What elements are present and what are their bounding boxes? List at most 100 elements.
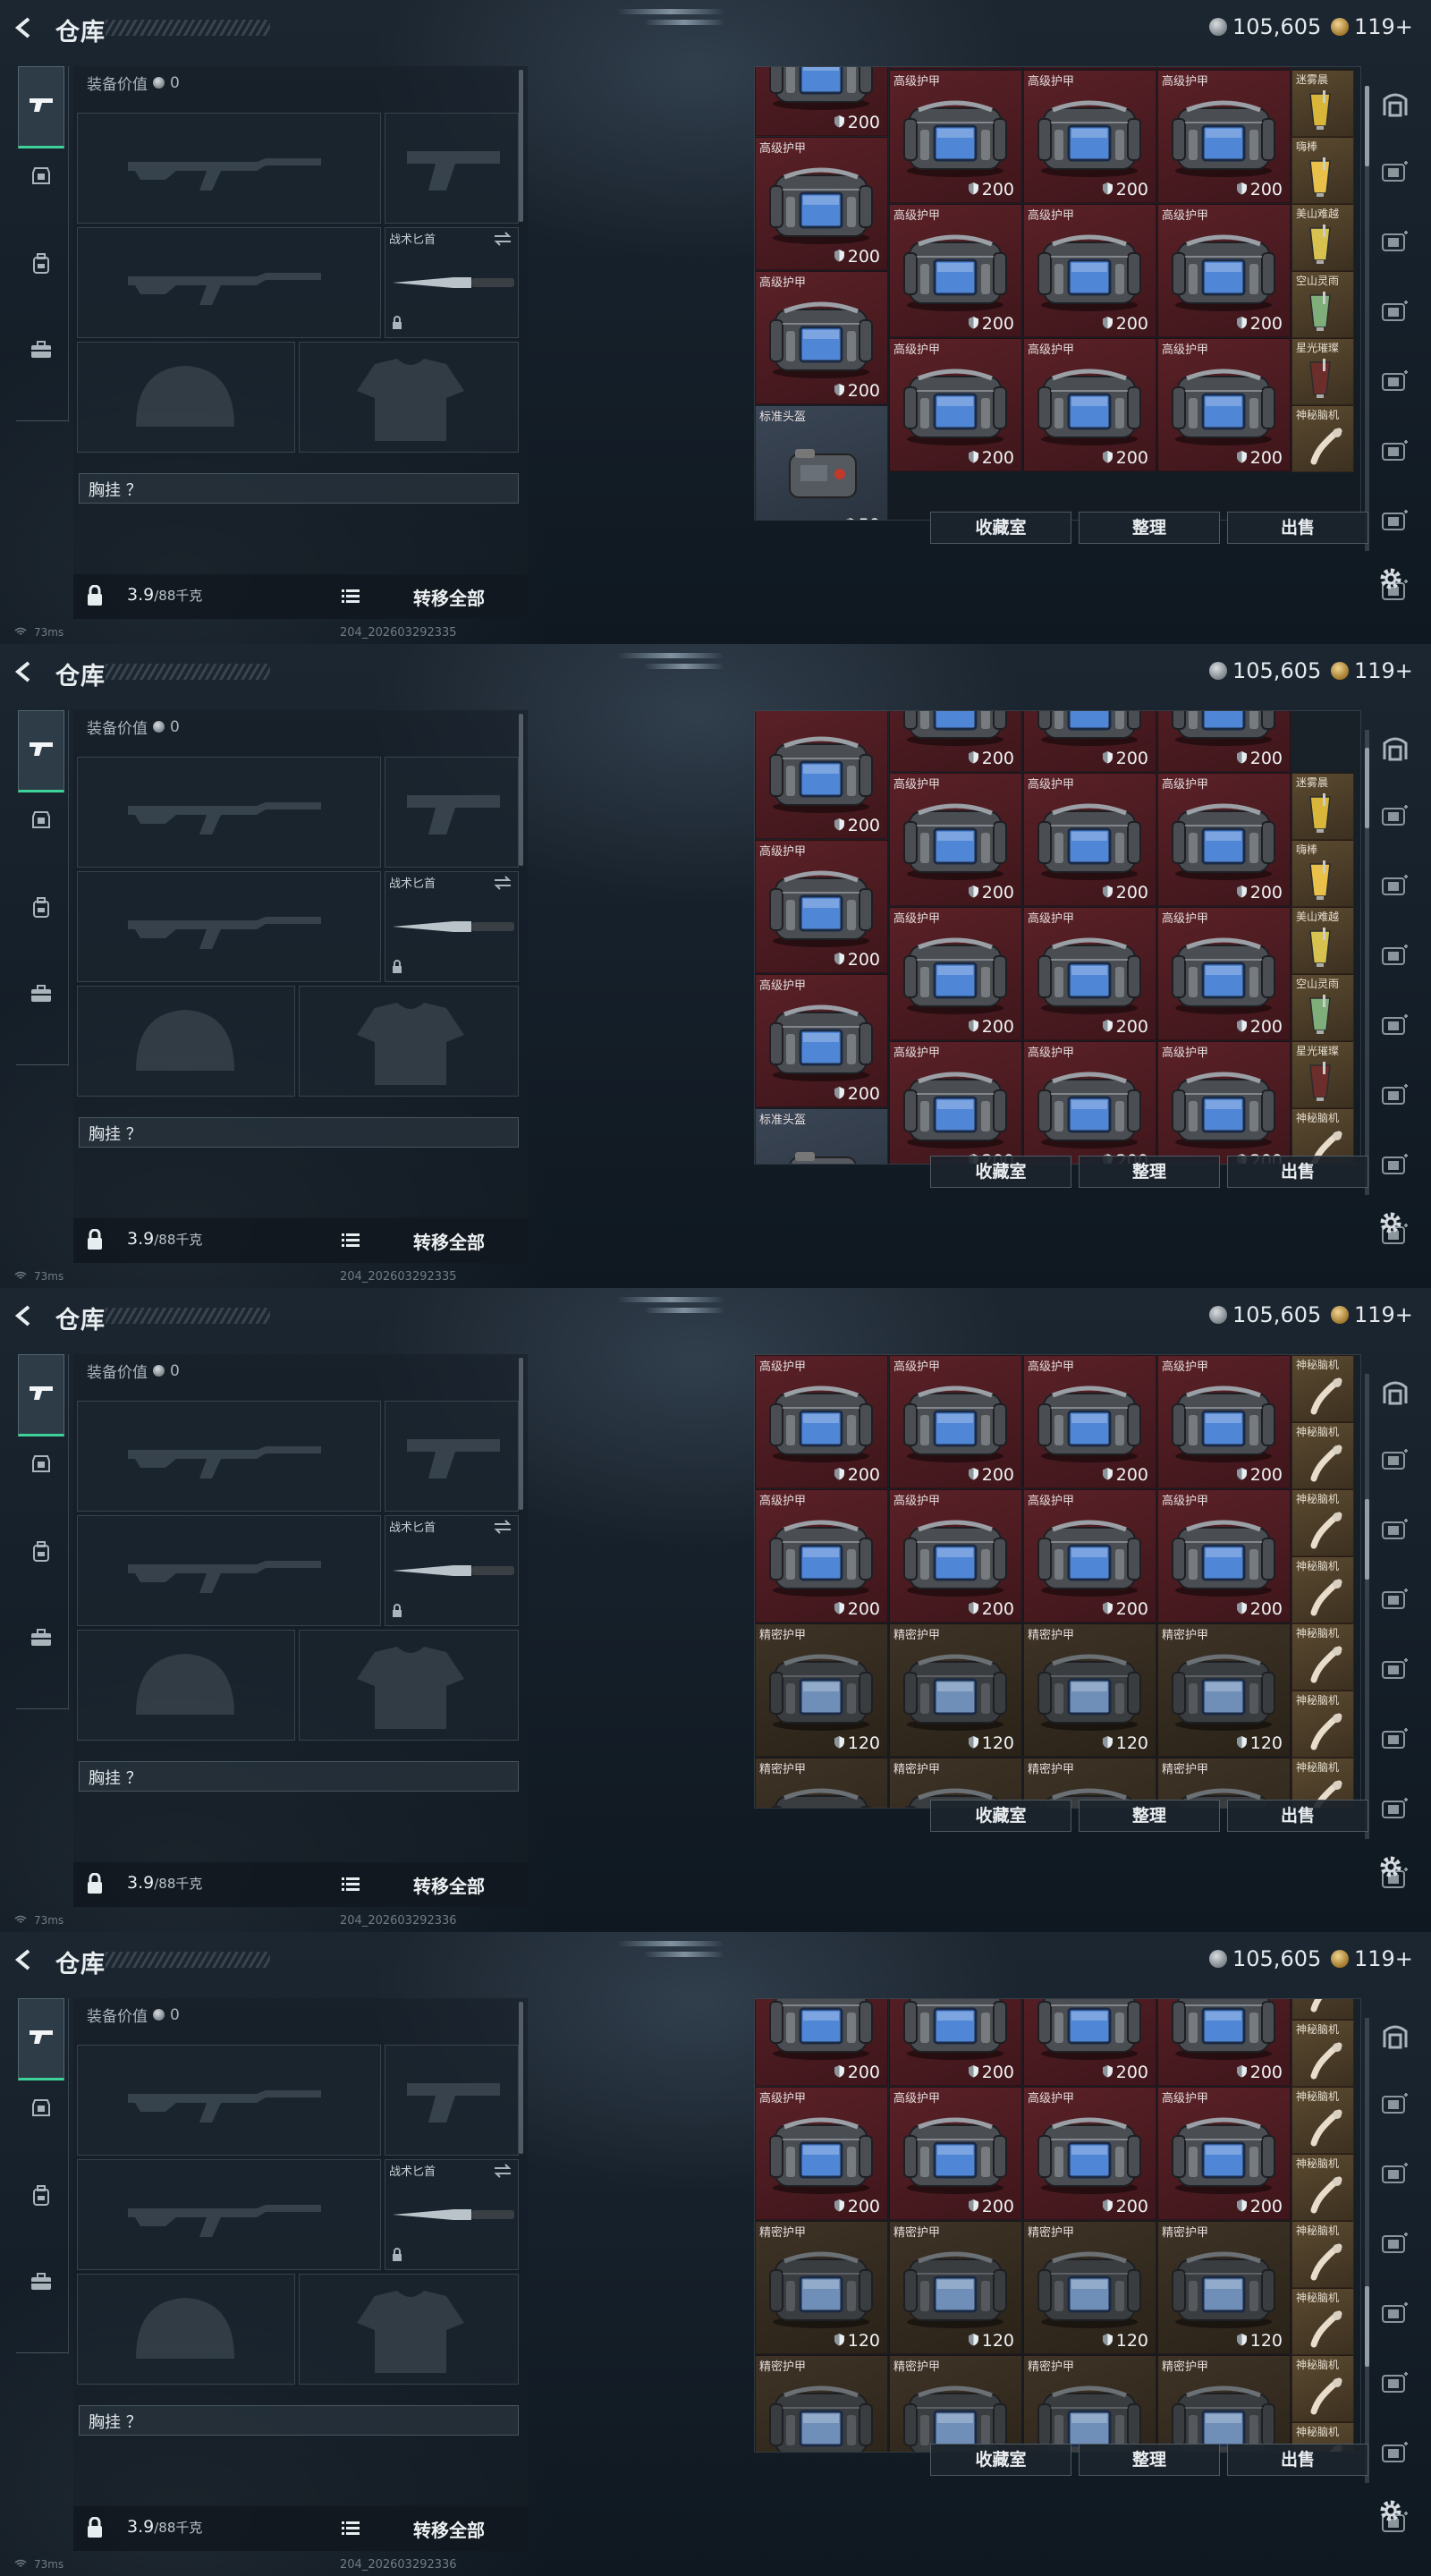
precise-armor-item[interactable]: 精密护甲 120: [889, 2355, 1022, 2452]
advanced-armor-item[interactable]: 高级护甲 200: [1157, 1041, 1291, 1164]
advanced-armor-item[interactable]: 高级护甲 200: [1023, 907, 1156, 1040]
chest-rig-slot[interactable]: 胸挂 ？: [79, 1117, 519, 1148]
stash-scroll-thumb[interactable]: [1365, 748, 1369, 828]
list-icon[interactable]: [342, 1877, 360, 1894]
right-nav-top[interactable]: [1376, 2018, 1415, 2057]
knife-slot[interactable]: 战术匕首: [385, 227, 519, 338]
advanced-armor-item[interactable]: 高级护甲 200: [1023, 773, 1156, 906]
lock-icon[interactable]: [86, 1872, 104, 1898]
consumable-item[interactable]: 美山难越: [1291, 907, 1354, 974]
gold-currency[interactable]: 119+: [1331, 14, 1413, 39]
stash-scroll-thumb[interactable]: [1365, 2286, 1369, 2367]
stash-scrollbar[interactable]: [1365, 2018, 1369, 2483]
advanced-armor-item[interactable]: 200: [889, 67, 1022, 69]
primary-weapon-slot[interactable]: [77, 757, 381, 868]
stash-scrollbar[interactable]: [1365, 86, 1369, 551]
advanced-armor-item[interactable]: 高级护甲 200: [889, 1041, 1022, 1164]
helmet-item[interactable]: 标准头盔 50: [755, 405, 888, 520]
storage-page-3[interactable]: [1376, 939, 1415, 975]
storage-page-6[interactable]: [1376, 504, 1415, 540]
stash-scroll-thumb[interactable]: [1365, 86, 1369, 166]
knife-slot[interactable]: 战术匕首: [385, 1515, 519, 1626]
advanced-armor-item[interactable]: 高级护甲 200: [755, 1355, 888, 1488]
advanced-armor-item[interactable]: 高级护甲 200: [1157, 1355, 1291, 1488]
body-armor-slot[interactable]: [299, 2274, 519, 2385]
gear-icon[interactable]: [1377, 1209, 1404, 1240]
advanced-armor-item[interactable]: 高级护甲 200: [889, 1489, 1022, 1623]
back-arrow-icon[interactable]: [13, 660, 36, 683]
primary-weapon-slot[interactable]: [77, 1401, 381, 1512]
gold-currency[interactable]: 119+: [1331, 1946, 1413, 1971]
precise-armor-item[interactable]: 精密护甲 120: [1023, 2221, 1156, 2354]
advanced-armor-item[interactable]: 200: [1157, 711, 1291, 772]
gold-currency[interactable]: 119+: [1331, 1302, 1413, 1327]
tab-armor[interactable]: [18, 1444, 64, 1488]
advanced-armor-item[interactable]: 高级护甲 200: [755, 1489, 888, 1623]
storage-page-6[interactable]: [1376, 1792, 1415, 1828]
tab-case[interactable]: [18, 329, 64, 374]
tab-armor[interactable]: [18, 2088, 64, 2132]
advanced-armor-item[interactable]: 高级护甲 200: [1157, 338, 1291, 471]
sidearm-slot[interactable]: [385, 1401, 519, 1512]
tab-weapons[interactable]: [18, 1354, 64, 1436]
collection-button[interactable]: 收藏室: [930, 2444, 1071, 2476]
consumable-item[interactable]: 神秘脑机: [1291, 2288, 1354, 2355]
storage-page-2[interactable]: [1376, 869, 1415, 905]
advanced-armor-item[interactable]: 高级护甲 200: [1023, 70, 1156, 203]
collection-button[interactable]: 收藏室: [930, 1156, 1071, 1188]
advanced-armor-item[interactable]: 高级护甲 200: [1023, 1355, 1156, 1488]
storage-page-4[interactable]: [1376, 1653, 1415, 1689]
swap-icon[interactable]: [493, 876, 512, 894]
consumable-item[interactable]: 神秘脑机: [1291, 1999, 1354, 2020]
consumable-item[interactable]: 嗨棒: [1291, 840, 1354, 907]
advanced-armor-item[interactable]: 高级护甲 200: [889, 773, 1022, 906]
secondary-weapon-slot[interactable]: [77, 1515, 381, 1626]
list-icon[interactable]: [342, 2521, 360, 2538]
swap-icon[interactable]: [493, 1520, 512, 1538]
secondary-weapon-slot[interactable]: [77, 871, 381, 982]
precise-armor-item[interactable]: 精密护甲 120: [1157, 2355, 1291, 2452]
tab-backpack[interactable]: [18, 2175, 64, 2220]
tab-weapons[interactable]: [18, 1998, 64, 2080]
consumable-item[interactable]: 神秘脑机: [1291, 2020, 1354, 2087]
secondary-weapon-slot[interactable]: [77, 227, 381, 338]
tab-case[interactable]: [18, 2261, 64, 2306]
advanced-armor-item[interactable]: 高级护甲 200: [1157, 70, 1291, 203]
consumable-item[interactable]: 空山灵雨: [1291, 271, 1354, 338]
back-arrow-icon[interactable]: [13, 16, 36, 39]
helmet-slot[interactable]: [77, 342, 295, 453]
advanced-armor-item[interactable]: 高级护甲 200: [1157, 773, 1291, 906]
swap-icon[interactable]: [493, 232, 512, 250]
tab-case[interactable]: [18, 973, 64, 1018]
lock-icon[interactable]: [86, 2516, 104, 2542]
silver-currency[interactable]: 105,605: [1209, 1946, 1321, 1971]
chest-rig-slot[interactable]: 胸挂 ？: [79, 473, 519, 504]
advanced-armor-item[interactable]: 高级护甲 200: [1023, 1489, 1156, 1623]
helmet-item[interactable]: 标准头盔 50: [755, 1108, 888, 1164]
advanced-armor-item[interactable]: 高级护甲 200: [1023, 338, 1156, 471]
gear-icon[interactable]: [1377, 2497, 1404, 2528]
consumable-item[interactable]: 神秘脑机: [1291, 2154, 1354, 2221]
consumable-item[interactable]: 空山灵雨: [1291, 974, 1354, 1041]
storage-page-2[interactable]: [1376, 1513, 1415, 1549]
primary-weapon-slot[interactable]: [77, 113, 381, 224]
right-nav-top[interactable]: [1376, 1374, 1415, 1413]
advanced-armor-item[interactable]: 200: [889, 711, 1022, 772]
consumable-item[interactable]: 神秘脑机: [1291, 1489, 1354, 1556]
stash-scrollbar[interactable]: [1365, 1374, 1369, 1839]
sell-button[interactable]: 出售: [1227, 1800, 1368, 1832]
advanced-armor-item[interactable]: 高级护甲 200: [755, 271, 888, 404]
consumable-item[interactable]: 神秘脑机: [1291, 1355, 1354, 1422]
list-icon[interactable]: [342, 589, 360, 606]
advanced-armor-item[interactable]: 高级护甲 200: [889, 204, 1022, 337]
advanced-armor-item[interactable]: 高级护甲 200: [889, 2087, 1022, 2220]
sell-button[interactable]: 出售: [1227, 512, 1368, 544]
right-nav-top[interactable]: [1376, 86, 1415, 125]
sidearm-slot[interactable]: [385, 757, 519, 868]
storage-page-5[interactable]: [1376, 2367, 1415, 2402]
precise-armor-item[interactable]: 精密护甲 120: [755, 2221, 888, 2354]
precise-armor-item[interactable]: 精密护甲 120: [1023, 2355, 1156, 2452]
precise-armor-item[interactable]: 精密护甲 120: [889, 1623, 1022, 1757]
stash-scroll-thumb[interactable]: [1365, 1499, 1369, 1580]
stash-grid[interactable]: 200高级护甲 200高级护甲 200标准头盔 50: [754, 710, 1361, 1165]
